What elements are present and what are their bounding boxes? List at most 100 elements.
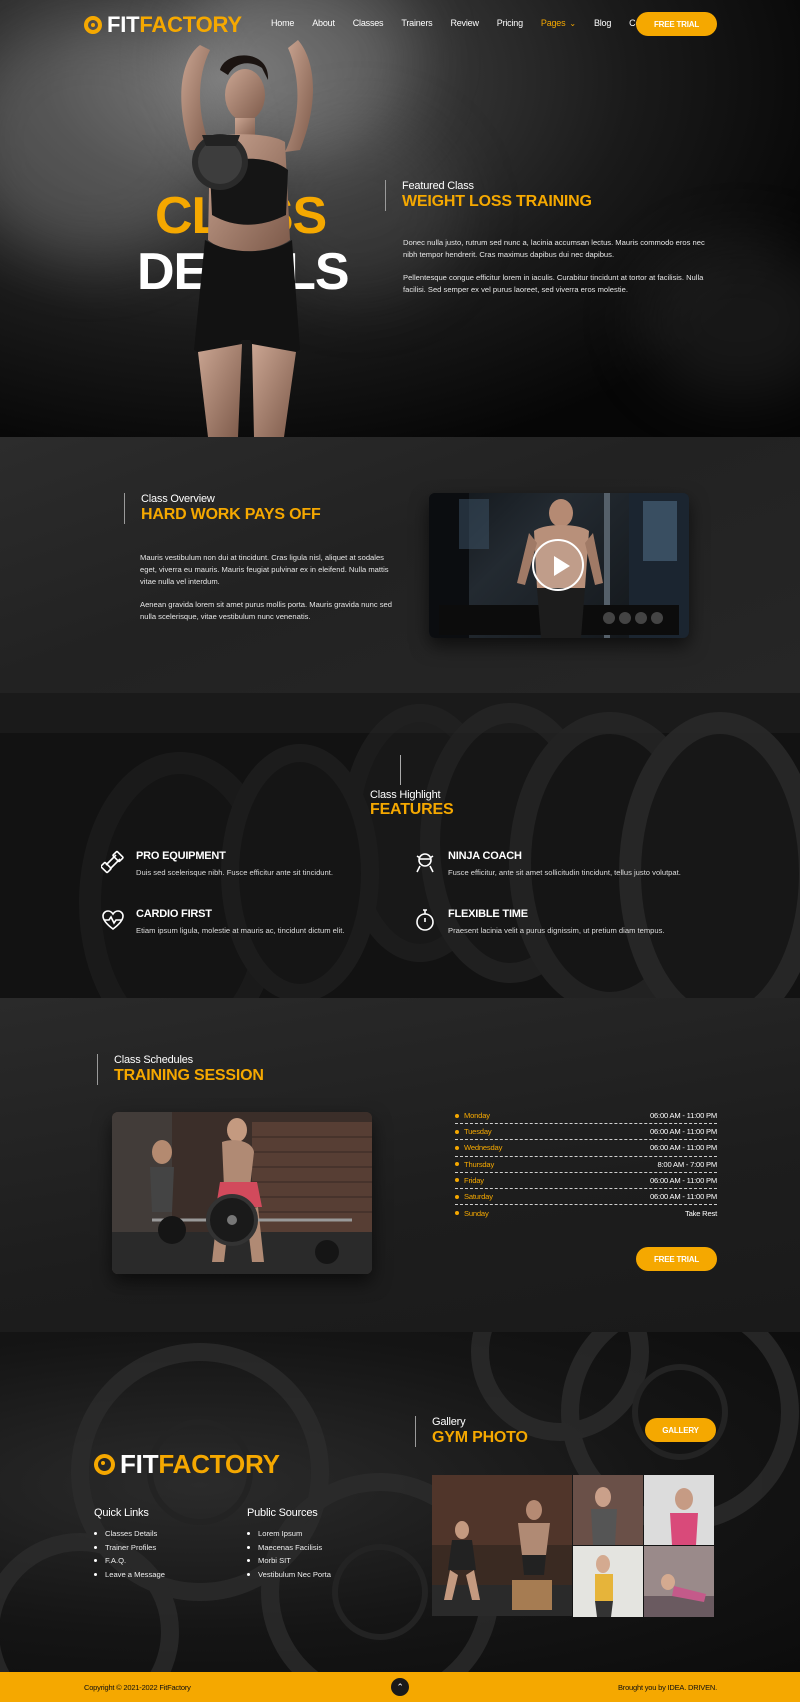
- hero-paragraph-2: Pellentesque congue efficitur lorem in i…: [403, 273, 704, 294]
- schedule-time: 06:00 AM - 11:00 PM: [650, 1175, 717, 1185]
- gallery-heading: Gallery GYM PHOTO: [415, 1416, 528, 1447]
- schedule-day: Monday: [455, 1111, 490, 1120]
- footer-link[interactable]: Classes Details: [94, 1527, 165, 1541]
- deadlift-image: [112, 1112, 372, 1274]
- quick-links: Quick Links Classes Details Trainer Prof…: [94, 1507, 165, 1581]
- play-icon: [554, 556, 570, 576]
- footer-logo[interactable]: FIT FACTORY: [94, 1449, 280, 1480]
- public-sources: Public Sources Lorem Ipsum Maecenas Faci…: [247, 1507, 331, 1581]
- overview-heading: Class Overview HARD WORK PAYS OFF: [124, 493, 321, 524]
- gallery-button[interactable]: GALLERY: [645, 1418, 716, 1442]
- feature-desc: Fusce efficitur, ante sit amet sollicitu…: [448, 868, 681, 877]
- feature-item: PRO EQUIPMENT Duis sed scelerisque nibh. …: [101, 850, 361, 878]
- schedule-time: 06:00 AM - 11:00 PM: [650, 1127, 717, 1137]
- free-trial-button[interactable]: FREE TRIAL: [636, 12, 717, 36]
- hero-section: FIT FACTORY Home About Classes Trainers R…: [0, 0, 800, 437]
- schedule-time: Take Rest: [685, 1208, 717, 1218]
- nav-review[interactable]: Review: [450, 18, 479, 28]
- footer-link[interactable]: Vestibulum Nec Porta: [247, 1568, 331, 1582]
- dumbbell-rack-background: [0, 693, 800, 998]
- hero-athlete-image: [181, 40, 313, 437]
- copyright-text: Copyright © 2021-2022 FitFactory: [84, 1683, 191, 1692]
- schedule-subtitle: Class Schedules: [114, 1054, 193, 1066]
- hero-title: WEIGHT LOSS TRAINING: [402, 193, 592, 210]
- gallery-photo[interactable]: [644, 1475, 714, 1545]
- feature-title: CARDIO FIRST: [136, 908, 212, 920]
- training-photo: [112, 1112, 372, 1274]
- schedule-day: Saturday: [455, 1192, 493, 1201]
- nav-pages[interactable]: Pages ⌄: [541, 18, 576, 28]
- overview-video-thumbnail[interactable]: [429, 493, 689, 638]
- schedule-free-trial-button[interactable]: FREE TRIAL: [636, 1247, 717, 1271]
- features-divider: [400, 755, 401, 785]
- chevron-down-icon: ⌄: [569, 19, 576, 28]
- features-heading: Class Highlight FEATURES: [370, 789, 454, 819]
- schedule-row: Wednesday 06:00 AM - 11:00 PM: [455, 1140, 717, 1157]
- logo-ring-icon: [84, 16, 102, 34]
- gallery-image: [644, 1475, 714, 1545]
- feature-desc: Etiam ipsum ligula, molestie at mauris a…: [136, 926, 345, 935]
- schedule-row: Tuesday 06:00 AM - 11:00 PM: [455, 1124, 717, 1141]
- schedule-day: Friday: [455, 1176, 484, 1185]
- brand-logo[interactable]: FIT FACTORY: [84, 12, 242, 38]
- heartbeat-icon: [102, 910, 124, 931]
- schedule-heading: Class Schedules TRAINING SESSION: [97, 1054, 264, 1085]
- schedule-day: Wednesday: [455, 1143, 502, 1152]
- schedule-row: Saturday 06:00 AM - 11:00 PM: [455, 1189, 717, 1206]
- gallery-image: [573, 1475, 643, 1545]
- gallery-grid: [432, 1475, 714, 1617]
- hero-subtitle: Featured Class: [402, 180, 474, 192]
- nav-classes[interactable]: Classes: [353, 18, 384, 28]
- feature-title: FLEXIBLE TIME: [448, 908, 528, 920]
- nav-about[interactable]: About: [312, 18, 335, 28]
- gallery-image: [644, 1546, 714, 1617]
- schedule-day: Thursday: [455, 1160, 494, 1169]
- overview-title: HARD WORK PAYS OFF: [141, 506, 321, 523]
- main-menu: Home About Classes Trainers Review Prici…: [271, 18, 677, 28]
- schedule-row: Friday 06:00 AM - 11:00 PM: [455, 1173, 717, 1189]
- dumbbell-icon: [101, 850, 124, 874]
- footer-link[interactable]: Leave a Message: [94, 1568, 165, 1582]
- gallery-title: GYM PHOTO: [432, 1429, 528, 1446]
- box-jump-image: [432, 1475, 572, 1616]
- schedule-section: Class Schedules TRAINING SESSION Monday …: [0, 998, 800, 1332]
- hero-heading: Featured Class WEIGHT LOSS TRAINING: [385, 180, 592, 211]
- schedule-row: Sunday Take Rest: [455, 1205, 717, 1221]
- footer-section: FIT FACTORY Quick Links Classes Details T…: [0, 1332, 800, 1672]
- bottom-bar: Copyright © 2021-2022 FitFactory ⌃ Broug…: [0, 1672, 800, 1702]
- features-title: FEATURES: [370, 801, 454, 818]
- schedule-time: 06:00 AM - 11:00 PM: [650, 1192, 717, 1202]
- feature-title: PRO EQUIPMENT: [136, 850, 226, 862]
- schedule-row: Monday 06:00 AM - 11:00 PM: [455, 1108, 717, 1125]
- ninja-icon: [416, 853, 434, 873]
- schedule-time: 8:00 AM - 7:00 PM: [657, 1159, 718, 1169]
- back-to-top-button[interactable]: ⌃: [391, 1678, 409, 1696]
- credit-text: Brought you by IDEA. DRIVEN.: [617, 1683, 717, 1692]
- overview-paragraph-2: Aenean gravida lorem sit amet purus moll…: [140, 600, 392, 621]
- schedule-time: 06:00 AM - 11:00 PM: [650, 1143, 717, 1153]
- gallery-photo[interactable]: [573, 1546, 643, 1617]
- feature-item: NINJA COACH Fusce efficitur, ante sit ame…: [413, 850, 703, 878]
- gallery-photo[interactable]: [644, 1546, 714, 1617]
- feature-desc: Praesent lacinia velit a purus dignissim…: [448, 926, 665, 935]
- class-overview-section: Class Overview HARD WORK PAYS OFF Mauris…: [0, 437, 800, 693]
- play-button[interactable]: [532, 539, 584, 591]
- logo-text-fit: FIT: [107, 12, 140, 37]
- footer-link[interactable]: F.A.Q.: [94, 1554, 165, 1568]
- gallery-photo[interactable]: [573, 1475, 643, 1545]
- footer-link[interactable]: Maecenas Facilisis: [247, 1541, 331, 1555]
- gallery-subtitle: Gallery: [432, 1416, 466, 1428]
- footer-logo-factory: FACTORY: [158, 1449, 280, 1479]
- footer-link[interactable]: Morbi SIT: [247, 1554, 331, 1568]
- nav-pricing[interactable]: Pricing: [497, 18, 523, 28]
- footer-link[interactable]: Lorem Ipsum: [247, 1527, 331, 1541]
- logo-ring-icon: [94, 1454, 115, 1475]
- quick-links-title: Quick Links: [94, 1507, 149, 1519]
- footer-link[interactable]: Trainer Profiles: [94, 1541, 165, 1555]
- nav-home[interactable]: Home: [271, 18, 294, 28]
- nav-pages-label: Pages: [540, 18, 566, 28]
- nav-blog[interactable]: Blog: [594, 18, 611, 28]
- nav-trainers[interactable]: Trainers: [401, 18, 432, 28]
- gallery-photo[interactable]: [432, 1475, 572, 1617]
- top-nav: FIT FACTORY Home About Classes Trainers R…: [0, 0, 800, 48]
